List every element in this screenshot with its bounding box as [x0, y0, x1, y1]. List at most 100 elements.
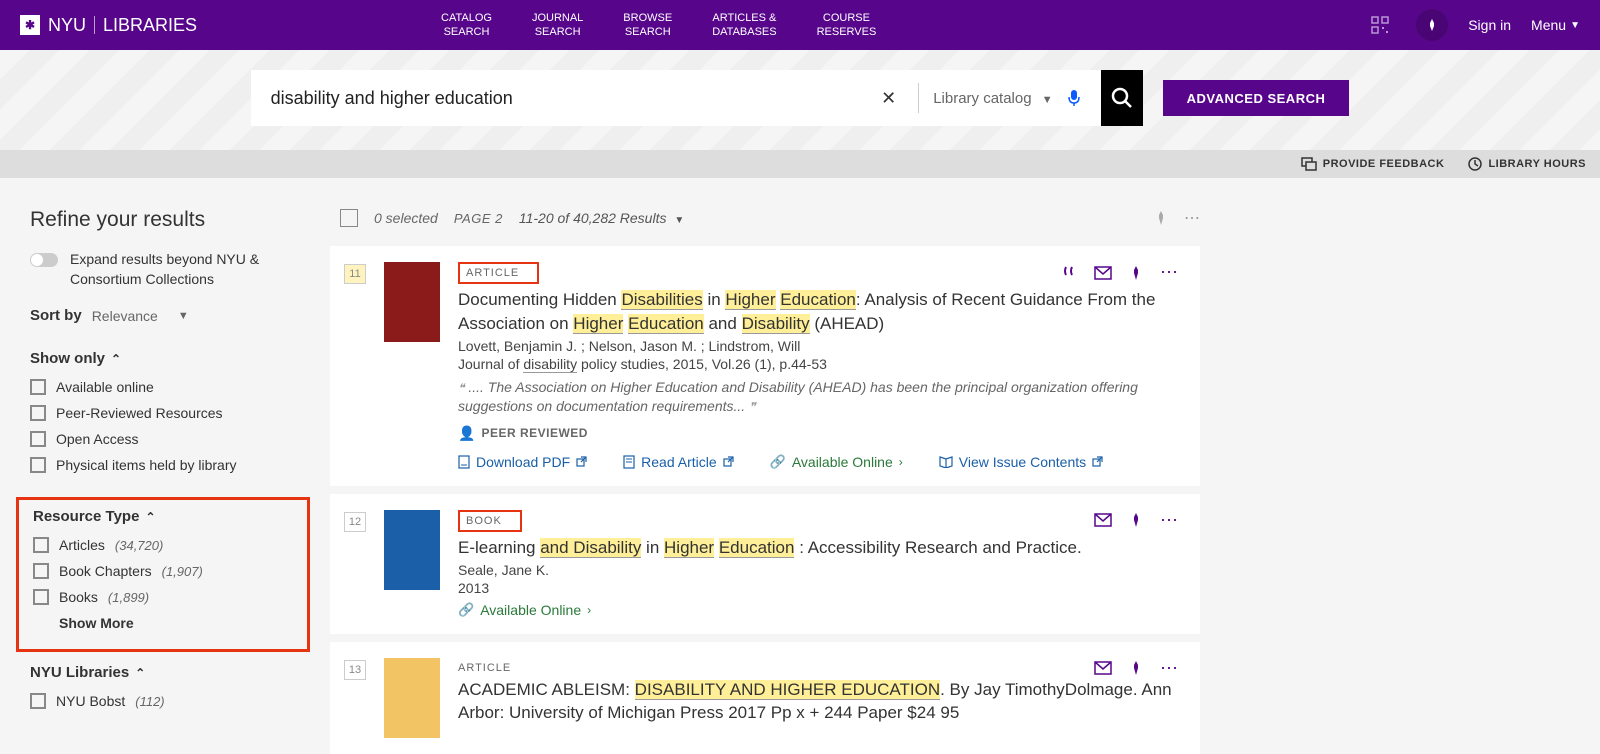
results-range: 11-20 of 40,282 Results ▼ — [519, 210, 684, 226]
facet-item[interactable]: Physical items held by library — [30, 457, 310, 473]
checkbox[interactable] — [30, 405, 46, 421]
search-scope-dropdown[interactable]: Library catalog ▼ — [933, 90, 1052, 107]
facet-item[interactable]: Open Access — [30, 431, 310, 447]
peer-reviewed-badge: 👤PEER REVIEWED — [458, 425, 1180, 442]
checkbox[interactable] — [30, 379, 46, 395]
advanced-search-button[interactable]: ADVANCED SEARCH — [1163, 80, 1350, 116]
result-title[interactable]: Documenting Hidden Disabilities in Highe… — [458, 288, 1180, 336]
resource-type-highlight-box: Resource Type ⌃ Articles (34,720) Book Ch… — [16, 497, 310, 652]
scope-divider — [918, 83, 919, 113]
search-button[interactable] — [1101, 70, 1143, 126]
result-title[interactable]: E-learning and Disability in Higher Educ… — [458, 536, 1180, 560]
result-action-link[interactable]: 🔗 Available Online › — [770, 454, 903, 470]
checkbox[interactable] — [33, 563, 49, 579]
library-hours-link[interactable]: LIBRARY HOURS — [1468, 157, 1586, 171]
result-card-actions: ⋯ — [1094, 658, 1180, 679]
peer-icon: 👤 — [458, 425, 475, 442]
pin-icon[interactable] — [1416, 9, 1448, 41]
checkbox[interactable] — [30, 457, 46, 473]
facet-resource-type-toggle[interactable]: Resource Type ⌃ — [33, 508, 301, 525]
select-all-checkbox[interactable] — [340, 209, 358, 227]
expand-results-toggle-row: Expand results beyond NYU & Consortium C… — [30, 250, 310, 289]
provide-feedback-link[interactable]: PROVIDE FEEDBACK — [1301, 157, 1445, 171]
primary-nav: CATALOGSEARCH JOURNALSEARCH BROWSESEARCH AR… — [441, 11, 876, 40]
resource-type-badge: ARTICLE — [458, 662, 511, 674]
search-input[interactable] — [271, 88, 873, 109]
link-icon: 🔗 — [770, 454, 786, 470]
chevron-up-icon: ⌃ — [135, 666, 145, 680]
resource-type-badge: ARTICLE — [458, 262, 539, 284]
chevron-down-icon: ▼ — [1042, 94, 1053, 106]
menu-dropdown[interactable]: Menu ▼ — [1531, 17, 1580, 33]
clear-search-icon[interactable]: ✕ — [873, 88, 904, 109]
facet-item[interactable]: Articles (34,720) — [33, 537, 301, 553]
resource-type-badge: BOOK — [458, 510, 522, 532]
nav-link[interactable]: JOURNALSEARCH — [532, 11, 583, 40]
selected-count: 0 selected — [374, 210, 438, 226]
logo-icon: ✱ — [20, 15, 40, 35]
link-icon: 🔗 — [458, 602, 474, 618]
result-thumbnail[interactable] — [384, 262, 440, 342]
book-icon — [939, 456, 953, 468]
pin-icon[interactable] — [1130, 660, 1142, 676]
result-card: 13ARTICLEACADEMIC ABLEISM: DISABILITY AN… — [330, 642, 1200, 754]
result-card-actions: ⋯ — [1062, 262, 1180, 283]
facet-show-only-toggle[interactable]: Show only ⌃ — [30, 350, 310, 367]
logo-divider — [94, 16, 95, 34]
site-logo[interactable]: ✱ NYU LIBRARIES — [20, 15, 197, 36]
expand-label: Expand results beyond NYU & Consortium C… — [70, 250, 310, 289]
pin-all-icon[interactable] — [1154, 210, 1168, 226]
utility-bar: PROVIDE FEEDBACK LIBRARY HOURS — [0, 150, 1600, 178]
logo-text-libraries: LIBRARIES — [103, 15, 197, 36]
sort-row[interactable]: Sort by Relevance ▼ — [30, 307, 310, 324]
chevron-up-icon: ⌃ — [145, 510, 155, 524]
checkbox[interactable] — [30, 431, 46, 447]
pin-icon[interactable] — [1130, 265, 1142, 281]
checkbox[interactable] — [30, 693, 46, 709]
result-number: 12 — [344, 512, 366, 532]
signin-link[interactable]: Sign in — [1468, 17, 1511, 33]
facet-item[interactable]: NYU Bobst (112) — [30, 693, 310, 709]
result-action-link[interactable]: Download PDF — [458, 454, 587, 470]
facet-nyu-libraries-toggle[interactable]: NYU Libraries ⌃ — [30, 664, 310, 681]
result-actions: 🔗 Available Online › — [458, 602, 1180, 618]
checkbox[interactable] — [33, 589, 49, 605]
result-action-link[interactable]: View Issue Contents — [939, 454, 1103, 470]
result-action-link[interactable]: Read Article — [623, 454, 733, 470]
result-thumbnail[interactable] — [384, 658, 440, 738]
refine-sidebar: Refine your results Expand results beyon… — [30, 208, 310, 754]
result-thumbnail[interactable] — [384, 510, 440, 590]
refine-title: Refine your results — [30, 208, 310, 232]
results-header: 0 selected PAGE 2 11-20 of 40,282 Result… — [330, 208, 1200, 228]
qr-icon[interactable] — [1364, 9, 1396, 41]
more-options-icon[interactable]: ⋯ — [1184, 208, 1200, 228]
nav-link[interactable]: BROWSESEARCH — [623, 11, 672, 40]
facet-item[interactable]: Available online — [30, 379, 310, 395]
dots-icon[interactable]: ⋯ — [1160, 510, 1180, 531]
mail-icon[interactable] — [1094, 266, 1112, 280]
facet-item[interactable]: Peer-Reviewed Resources — [30, 405, 310, 421]
mail-icon[interactable] — [1094, 661, 1112, 675]
nav-link[interactable]: COURSERESERVES — [817, 11, 877, 40]
checkbox[interactable] — [33, 537, 49, 553]
nav-link[interactable]: ARTICLES &DATABASES — [712, 11, 776, 40]
result-actions: Download PDF Read Article 🔗 Available On… — [458, 454, 1180, 470]
dots-icon[interactable]: ⋯ — [1160, 262, 1180, 283]
expand-toggle[interactable] — [30, 253, 58, 267]
dots-icon[interactable]: ⋯ — [1160, 658, 1180, 679]
facet-item[interactable]: Books (1,899) — [33, 589, 301, 605]
result-source: 2013 — [458, 580, 1180, 596]
result-title[interactable]: ACADEMIC ABLEISM: DISABILITY AND HIGHER … — [458, 678, 1180, 726]
result-authors: Seale, Jane K. — [458, 562, 1180, 578]
cite-icon[interactable] — [1062, 265, 1076, 281]
result-action-link[interactable]: 🔗 Available Online › — [458, 602, 591, 618]
pin-icon[interactable] — [1130, 512, 1142, 528]
nav-link[interactable]: CATALOGSEARCH — [441, 11, 492, 40]
result-authors: Lovett, Benjamin J. ; Nelson, Jason M. ;… — [458, 338, 1180, 354]
facet-item[interactable]: Book Chapters (1,907) — [33, 563, 301, 579]
chevron-down-icon: ▼ — [674, 215, 684, 226]
show-more-link[interactable]: Show More — [59, 615, 301, 631]
mail-icon[interactable] — [1094, 513, 1112, 527]
mic-icon[interactable] — [1067, 89, 1081, 107]
logo-text-nyu: NYU — [48, 15, 86, 36]
